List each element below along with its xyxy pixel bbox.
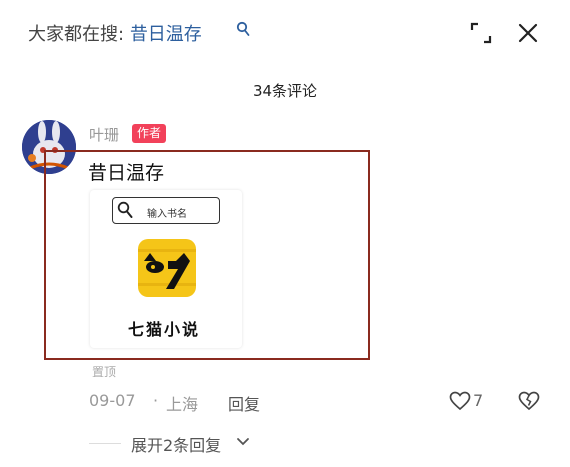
meta-separator: · bbox=[153, 391, 159, 410]
broken-heart-icon[interactable] bbox=[518, 391, 540, 411]
app-name-label: 七猫小说 bbox=[128, 320, 201, 339]
chevron-down-icon[interactable] bbox=[236, 437, 250, 447]
comment-count-title: 34条评论 bbox=[252, 82, 318, 100]
author-badge: 作者 bbox=[132, 124, 167, 143]
expand-replies-button[interactable]: 展开2条回复 bbox=[131, 432, 221, 456]
expand-icon[interactable] bbox=[470, 22, 492, 44]
search-prefix-text: 大家都在搜: bbox=[28, 24, 125, 45]
reply-button[interactable]: 回复 bbox=[228, 391, 260, 415]
comment-username[interactable]: 叶珊 bbox=[89, 124, 119, 145]
comment-text: 昔日温存 bbox=[88, 162, 165, 184]
trending-search-label[interactable]: 大家都在搜: 昔日温存 bbox=[28, 20, 202, 46]
comment-location: 上海 bbox=[166, 395, 199, 414]
book-search-placeholder: 输入书名 bbox=[147, 209, 187, 220]
replies-divider bbox=[89, 443, 121, 444]
close-icon[interactable] bbox=[517, 22, 539, 44]
pinned-label: 置顶 bbox=[92, 365, 117, 379]
cat-logo-icon bbox=[138, 239, 196, 297]
like-count: 7 bbox=[473, 391, 484, 410]
search-term-link[interactable]: 昔日温存 bbox=[130, 24, 202, 45]
search-header: 大家都在搜: 昔日温存 bbox=[0, 0, 570, 64]
comment-date: 09-07 bbox=[89, 391, 136, 410]
heart-icon[interactable] bbox=[449, 391, 471, 411]
search-icon bbox=[117, 201, 133, 218]
search-icon[interactable] bbox=[236, 21, 250, 37]
